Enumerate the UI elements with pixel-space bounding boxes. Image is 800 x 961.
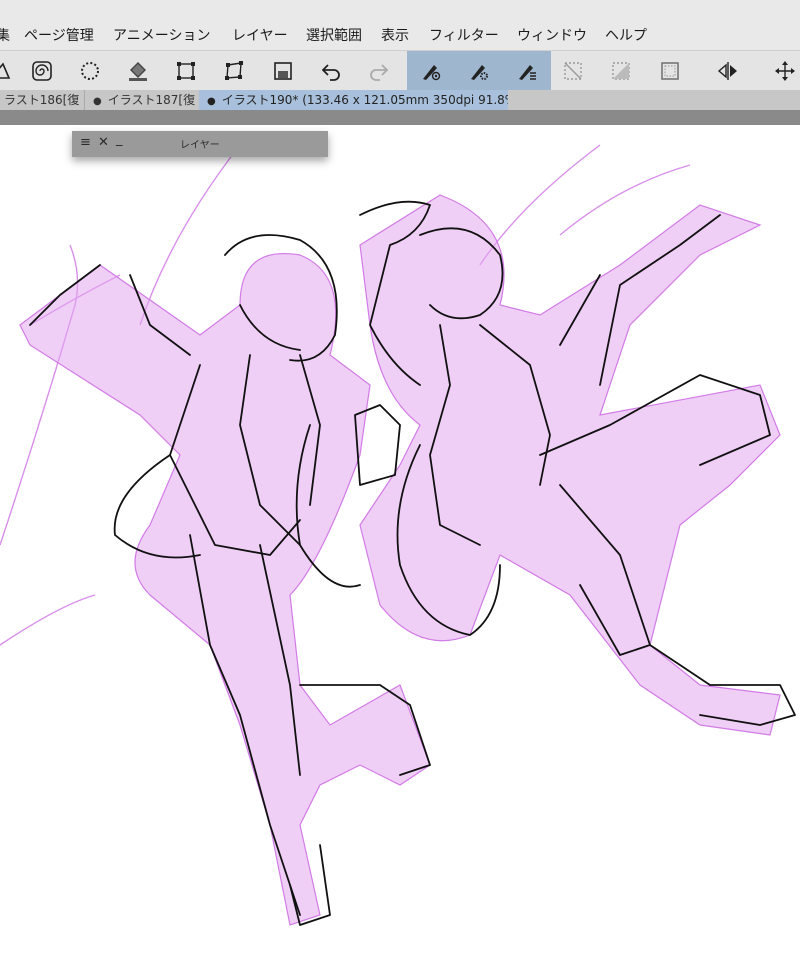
menu-view[interactable]: 表示 (381, 27, 409, 45)
clear-selection-button[interactable] (553, 51, 593, 91)
free-transform-icon (225, 61, 243, 80)
pen-list-icon (519, 65, 536, 80)
spiral-button[interactable] (22, 51, 62, 91)
left-figure-fill (19, 253, 431, 926)
tab-label: イラスト190* (133.46 x 121.05mm 350dpi 91.8%… (221, 93, 508, 107)
panel-menu-icon[interactable]: ≡ (80, 135, 91, 151)
undo-icon (321, 64, 340, 81)
pen-list-button[interactable] (503, 51, 551, 91)
menu-help[interactable]: ヘルプ (605, 27, 647, 45)
ruler-icon (0, 62, 11, 79)
menu-filter[interactable]: フィルター (429, 27, 499, 45)
pen-pressure-icon (423, 65, 441, 81)
command-bar (0, 50, 800, 91)
tab-illust-187[interactable]: ● イラスト187[復 (84, 90, 199, 110)
fill-bucket-icon (129, 62, 147, 81)
menu-layer[interactable]: レイヤー (232, 27, 288, 45)
sketch-artwork (0, 144, 796, 926)
unsaved-dot-icon: ● (207, 96, 216, 107)
menu-selection[interactable]: 選択範囲 (306, 27, 362, 45)
dotted-circle-icon (81, 62, 99, 80)
panel-minimize-icon[interactable]: _ (116, 132, 123, 148)
panel-title: レイヤー (180, 140, 220, 151)
undo-button[interactable] (311, 51, 351, 91)
document-tab-bar: ラスト186[復 ● イラスト187[復 ● イラスト190* (133.46 x … (0, 90, 800, 110)
ruler-button[interactable] (0, 51, 20, 91)
selection-frame-icon (661, 62, 679, 80)
save-icon (274, 62, 292, 80)
tab-label: ラスト186[復 (4, 93, 80, 107)
transform-button[interactable] (166, 51, 206, 91)
clear-selection-icon (564, 62, 582, 80)
layer-panel-header[interactable]: ≡ ✕ _ レイヤー (72, 131, 328, 157)
tab-illust-186[interactable]: ラスト186[復 (0, 90, 84, 110)
tab-illust-190[interactable]: ● イラスト190* (133.46 x 121.05mm 350dpi 91.8… (199, 90, 508, 110)
flip-horizontal-icon (717, 62, 737, 80)
free-transform-button[interactable] (214, 51, 254, 91)
fill-selection-button[interactable] (601, 51, 641, 91)
menu-animation[interactable]: アニメーション (113, 27, 210, 45)
canvas-background (0, 110, 800, 125)
pen-settings-icon (471, 65, 488, 80)
redo-button[interactable] (359, 51, 399, 91)
selection-frame-button[interactable] (650, 51, 690, 91)
move-icon (775, 61, 795, 81)
panel-close-icon[interactable]: ✕ (98, 135, 109, 151)
pen-pressure-button[interactable] (407, 51, 455, 91)
save-button[interactable] (263, 51, 303, 91)
tab-label: イラスト187[復 (107, 93, 196, 107)
spiral-icon (32, 61, 52, 81)
menu-page-management[interactable]: ページ管理 (24, 27, 94, 45)
fill-selection-icon (612, 62, 630, 80)
move-button[interactable] (765, 51, 800, 91)
flip-horizontal-button[interactable] (708, 51, 748, 91)
transform-icon (177, 62, 195, 80)
menu-window[interactable]: ウィンドウ (517, 27, 587, 45)
redo-icon (370, 64, 389, 81)
drawing-canvas[interactable] (0, 125, 800, 961)
lasso-button[interactable] (70, 51, 110, 91)
pen-settings-button[interactable] (455, 51, 503, 91)
right-figure-fill (359, 194, 781, 736)
menu-edit[interactable]: 集 (0, 27, 10, 45)
unsaved-dot-icon: ● (93, 96, 102, 107)
menu-bar: 集 ページ管理 アニメーション レイヤー 選択範囲 表示 フィルター ウィンドウ… (0, 0, 800, 50)
fill-button[interactable] (118, 51, 158, 91)
